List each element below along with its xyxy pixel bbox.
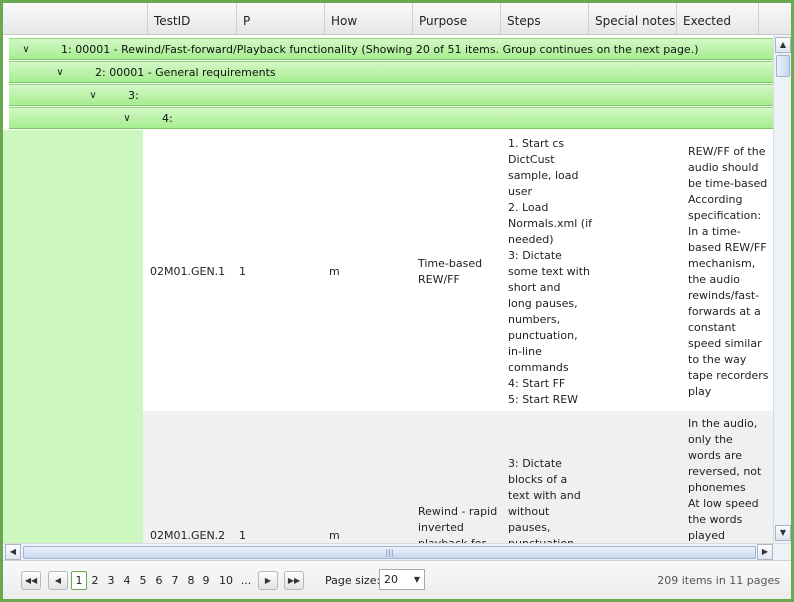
chevron-down-icon[interactable]: ∨	[19, 39, 33, 60]
group-label: 2: 00001 - General requirements	[95, 66, 276, 79]
chevron-down-icon[interactable]: ∨	[53, 62, 67, 83]
group-indent-column	[3, 130, 143, 543]
cell-testid: 02M01.GEN.2	[150, 529, 226, 542]
page-link-2[interactable]: 2	[89, 571, 101, 590]
pager-summary: 209 items in 11 pages	[657, 574, 780, 587]
cell-purpose: Time-based REW/FF	[418, 257, 483, 286]
group-row-level-1[interactable]: ∨ 1: 00001 - Rewind/Fast-forward/Playbac…	[9, 38, 773, 60]
next-page-icon[interactable]: ▶	[258, 571, 278, 590]
cell-expected: REW/FF of the audio should be time-based…	[688, 145, 769, 398]
group-label: 3:	[128, 89, 139, 102]
page-link-5[interactable]: 5	[137, 571, 149, 590]
page-size-select[interactable]: 20 ▼	[379, 569, 425, 590]
page-link-9[interactable]: 9	[200, 571, 212, 590]
header-expected[interactable]: Exected	[676, 3, 758, 34]
header-how[interactable]: How	[324, 3, 412, 34]
header-p[interactable]: P	[236, 3, 324, 34]
header-special-notes[interactable]: Special notes	[588, 3, 676, 34]
header-purpose[interactable]: Purpose	[412, 3, 500, 34]
cell-expected: In the audio, only the words are reverse…	[688, 417, 762, 542]
page-link-6[interactable]: 6	[153, 571, 165, 590]
page-link-10[interactable]: 10	[217, 571, 235, 590]
chevron-down-icon[interactable]: ∨	[120, 108, 134, 129]
page-size-value: 20	[384, 573, 398, 586]
prev-page-icon[interactable]: ◀	[48, 571, 68, 590]
horizontal-scrollbar[interactable]: ◀ ||| ▶	[3, 543, 791, 561]
group-row-level-4[interactable]: ∨ 4:	[9, 107, 773, 129]
header-testid[interactable]: TestID	[147, 3, 236, 34]
group-label: 4:	[162, 112, 173, 125]
grid-frame: TestID P How Purpose Steps Special notes…	[0, 0, 794, 602]
column-header-row: TestID P How Purpose Steps Special notes…	[3, 3, 791, 35]
horizontal-scroll-thumb[interactable]: |||	[23, 546, 756, 559]
pager-bar: ◀◀ ◀ 1 2 3 4 5 6 7 8 9 10 ... ▶ ▶▶ Page …	[3, 560, 791, 599]
scroll-up-icon[interactable]: ▲	[775, 37, 791, 53]
chevron-down-icon[interactable]: ▼	[414, 570, 420, 589]
cell-p: 1	[239, 529, 246, 542]
page-link-4[interactable]: 4	[121, 571, 133, 590]
last-page-icon[interactable]: ▶▶	[284, 571, 304, 590]
cell-how: m	[329, 265, 340, 278]
chevron-down-icon[interactable]: ∨	[86, 85, 100, 106]
cell-testid: 02M01.GEN.1	[150, 265, 226, 278]
page-link-1[interactable]: 1	[71, 571, 87, 590]
table-row[interactable]: 02M01.GEN.2 1 m Rewind - rapid inverted …	[143, 411, 773, 543]
scroll-right-icon[interactable]: ▶	[757, 544, 773, 560]
scroll-down-icon[interactable]: ▼	[775, 525, 791, 541]
header-filler	[758, 3, 791, 34]
cell-how: m	[329, 529, 340, 542]
cell-steps: 1. Start cs DictCust sample, load user 2…	[508, 137, 593, 406]
group-row-level-2[interactable]: ∨ 2: 00001 - General requirements	[9, 61, 773, 83]
vertical-scroll-thumb[interactable]	[776, 55, 790, 77]
scroll-left-icon[interactable]: ◀	[5, 544, 21, 560]
grid-body: ∨ 1: 00001 - Rewind/Fast-forward/Playbac…	[3, 35, 773, 543]
header-spacer	[3, 3, 147, 34]
header-steps[interactable]: Steps	[500, 3, 588, 34]
first-page-icon[interactable]: ◀◀	[21, 571, 41, 590]
table-row[interactable]: 02M01.GEN.1 1 m Time-based REW/FF 1. Sta…	[143, 131, 773, 411]
page-link-8[interactable]: 8	[185, 571, 197, 590]
cell-purpose: Rewind - rapid inverted playback for	[418, 505, 498, 543]
page-link-3[interactable]: 3	[105, 571, 117, 590]
vertical-scrollbar[interactable]: ▲ ▼	[773, 35, 791, 543]
page-size-label: Page size:	[325, 574, 381, 587]
page-link-more[interactable]: ...	[239, 571, 253, 590]
cell-steps: 3: Dictate blocks of a text with and wit…	[508, 457, 581, 543]
page-link-7[interactable]: 7	[169, 571, 181, 590]
group-row-level-3[interactable]: ∨ 3:	[9, 84, 773, 106]
cell-p: 1	[239, 265, 246, 278]
group-label: 1: 00001 - Rewind/Fast-forward/Playback …	[61, 43, 699, 56]
